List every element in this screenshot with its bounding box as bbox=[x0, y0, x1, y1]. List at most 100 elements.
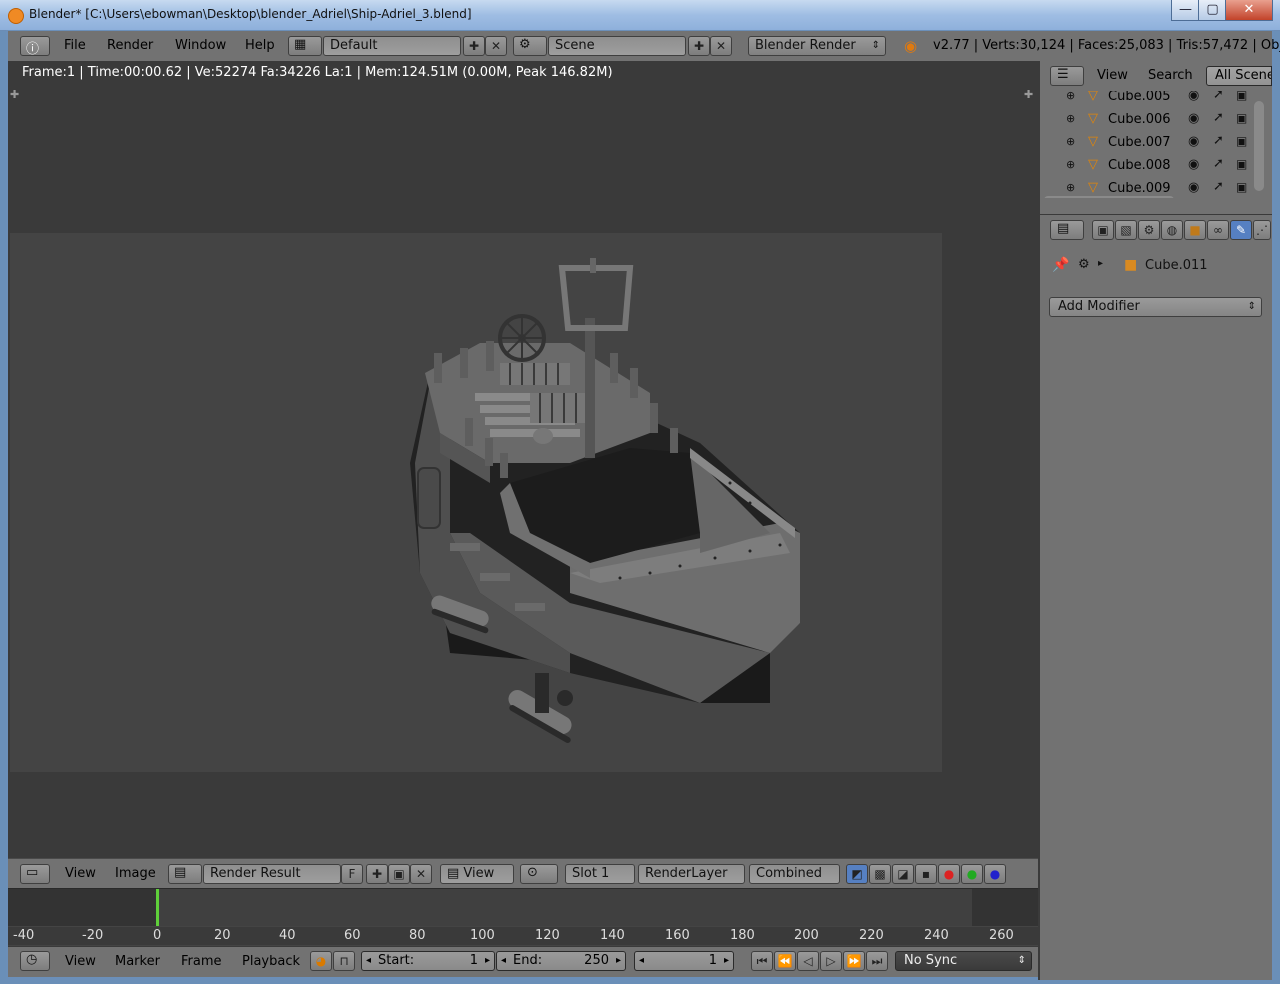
object-name[interactable]: Cube.006 bbox=[1108, 112, 1171, 127]
list-item[interactable]: ⊕ ▽ Cube.008 ◉ ➚ ▣ bbox=[1040, 154, 1272, 177]
view-mode-dropdown[interactable]: ▤ View bbox=[440, 864, 514, 884]
world-tab-icon[interactable]: ◍ bbox=[1161, 220, 1183, 240]
draw-channels-color-alpha-icon[interactable]: ◩ bbox=[846, 864, 868, 884]
editor-type-image-button[interactable]: ▭ bbox=[20, 864, 50, 884]
render-result-canvas[interactable] bbox=[10, 233, 942, 772]
render-engine-dropdown[interactable]: Blender Render ⇕ bbox=[748, 36, 886, 56]
increment-arrow-icon[interactable]: ▸ bbox=[485, 952, 490, 970]
end-frame-field[interactable]: ◂ End: 250 ▸ bbox=[496, 951, 626, 971]
editor-type-properties-button[interactable]: ▤ bbox=[1050, 220, 1084, 240]
auto-keying-icon[interactable]: ◕ bbox=[310, 951, 332, 971]
image-name-field[interactable]: Render Result bbox=[203, 864, 341, 884]
scene-selector[interactable]: ⚙ bbox=[513, 36, 547, 56]
decrement-arrow-icon[interactable]: ◂ bbox=[639, 952, 644, 970]
expand-icon[interactable]: ⊕ bbox=[1066, 181, 1075, 194]
outliner-display-mode-dropdown[interactable]: All Scene bbox=[1206, 66, 1272, 86]
visibility-eye-icon[interactable]: ◉ bbox=[1188, 157, 1199, 172]
minimize-button[interactable]: — bbox=[1171, 0, 1200, 21]
renderability-camera-icon[interactable]: ▣ bbox=[1236, 111, 1247, 125]
renderability-camera-icon[interactable]: ▣ bbox=[1236, 157, 1247, 171]
decrement-arrow-icon[interactable]: ◂ bbox=[501, 952, 506, 970]
image-browse-button[interactable]: ▤ bbox=[168, 864, 202, 884]
menu-window[interactable]: Window bbox=[175, 38, 226, 53]
list-item[interactable]: ⊕ ▽ Cube.005 ◉ ➚ ▣ bbox=[1040, 91, 1272, 108]
jump-to-keyframe-forward-icon[interactable]: ⏩ bbox=[843, 951, 865, 971]
red-channel-icon[interactable]: ● bbox=[938, 864, 960, 884]
sync-mode-dropdown[interactable]: No Sync ⇕ bbox=[895, 951, 1032, 971]
timeline-menu-playback[interactable]: Playback bbox=[242, 954, 300, 969]
render-pass-dropdown[interactable]: Combined bbox=[749, 864, 840, 884]
start-frame-field[interactable]: ◂ Start: 1 ▸ bbox=[361, 951, 495, 971]
outliner-vertical-scrollbar[interactable] bbox=[1254, 101, 1264, 191]
modifiers-tab-wrench-icon[interactable]: ✎ bbox=[1230, 220, 1252, 240]
expand-icon[interactable]: ⊕ bbox=[1066, 91, 1075, 102]
timeline-menu-frame[interactable]: Frame bbox=[181, 954, 222, 969]
visibility-eye-icon[interactable]: ◉ bbox=[1188, 111, 1199, 126]
renderability-camera-icon[interactable]: ▣ bbox=[1236, 180, 1247, 194]
visibility-eye-icon[interactable]: ◉ bbox=[1188, 134, 1199, 149]
expand-icon[interactable]: ⊕ bbox=[1066, 158, 1075, 171]
outliner-menu-search[interactable]: Search bbox=[1148, 68, 1193, 83]
increment-arrow-icon[interactable]: ▸ bbox=[616, 952, 621, 970]
object-name[interactable]: Cube.009 bbox=[1108, 181, 1171, 196]
current-frame-field[interactable]: ◂ 1 ▸ bbox=[634, 951, 734, 971]
delete-scene-button[interactable]: ✕ bbox=[710, 36, 732, 56]
selectability-cursor-icon[interactable]: ➚ bbox=[1213, 156, 1224, 171]
play-icon[interactable]: ▷ bbox=[820, 951, 842, 971]
new-image-button[interactable]: ✚ bbox=[366, 864, 388, 884]
open-image-folder-icon[interactable]: ▣ bbox=[388, 864, 410, 884]
jump-to-end-icon[interactable]: ⏭ bbox=[866, 951, 888, 971]
menu-help[interactable]: Help bbox=[245, 38, 275, 53]
image-menu-view[interactable]: View bbox=[65, 866, 96, 881]
outliner-menu-view[interactable]: View bbox=[1097, 68, 1128, 83]
object-tab-cube-icon[interactable]: ■ bbox=[1184, 220, 1206, 240]
draw-channels-zbuffer-icon[interactable]: ▪ bbox=[915, 864, 937, 884]
maximize-button[interactable]: ▢ bbox=[1198, 0, 1227, 21]
screen-layout-selector[interactable]: ▦ bbox=[288, 36, 322, 56]
increment-arrow-icon[interactable]: ▸ bbox=[724, 952, 729, 970]
add-scene-button[interactable]: ✚ bbox=[688, 36, 710, 56]
lock-icon[interactable]: ⊓ bbox=[333, 951, 355, 971]
decrement-arrow-icon[interactable]: ◂ bbox=[366, 952, 371, 970]
draw-channels-alpha-icon[interactable]: ◪ bbox=[892, 864, 914, 884]
area-split-corner-icon[interactable]: ✚ bbox=[10, 88, 19, 101]
pin-icon[interactable]: 📌 bbox=[1052, 257, 1069, 273]
outliner-list[interactable]: ⊕ ▽ Cube.005 ◉ ➚ ▣ ⊕ ▽ Cube.006 ◉ ➚ ▣ ⊕ … bbox=[1040, 91, 1272, 198]
area-split-corner-icon[interactable]: ✚ bbox=[1024, 88, 1033, 101]
menu-file[interactable]: File bbox=[64, 38, 86, 53]
list-item[interactable]: ⊕ ▽ Cube.009 ◉ ➚ ▣ bbox=[1040, 177, 1272, 198]
green-channel-icon[interactable]: ● bbox=[961, 864, 983, 884]
render-layer-dropdown[interactable]: RenderLayer bbox=[638, 864, 745, 884]
image-menu-image[interactable]: Image bbox=[115, 866, 156, 881]
add-layout-button[interactable]: ✚ bbox=[463, 36, 485, 56]
timeline-area[interactable]: -40 -20 0 20 40 60 80 100 120 140 160 18… bbox=[8, 888, 1038, 947]
timeline-menu-marker[interactable]: Marker bbox=[115, 954, 160, 969]
editor-type-timeline-button[interactable]: ◷ bbox=[20, 951, 50, 971]
selectability-cursor-icon[interactable]: ➚ bbox=[1213, 133, 1224, 148]
editor-type-outliner-button[interactable]: ☰ bbox=[1050, 66, 1084, 86]
list-item[interactable]: ⊕ ▽ Cube.007 ◉ ➚ ▣ bbox=[1040, 131, 1272, 154]
list-item[interactable]: ⊕ ▽ Cube.006 ◉ ➚ ▣ bbox=[1040, 108, 1272, 131]
visibility-eye-icon[interactable]: ◉ bbox=[1188, 180, 1199, 195]
timeline-menu-view[interactable]: View bbox=[65, 954, 96, 969]
menu-render[interactable]: Render bbox=[107, 38, 153, 53]
slot-dropdown[interactable]: Slot 1 bbox=[565, 864, 635, 884]
object-name[interactable]: Cube.005 bbox=[1108, 91, 1171, 104]
close-button[interactable]: ✕ bbox=[1225, 0, 1273, 21]
render-layers-tab-icon[interactable]: ▧ bbox=[1115, 220, 1137, 240]
draw-channels-checker-icon[interactable]: ▩ bbox=[869, 864, 891, 884]
timeline-track[interactable] bbox=[8, 889, 1038, 926]
selectability-cursor-icon[interactable]: ➚ bbox=[1213, 110, 1224, 125]
current-frame-cursor[interactable] bbox=[156, 889, 159, 926]
scene-tab-icon[interactable]: ⚙ bbox=[1138, 220, 1160, 240]
expand-icon[interactable]: ⊕ bbox=[1066, 112, 1075, 125]
render-tab-camera-icon[interactable]: ▣ bbox=[1092, 220, 1114, 240]
object-name[interactable]: Cube.008 bbox=[1108, 158, 1171, 173]
delete-layout-button[interactable]: ✕ bbox=[485, 36, 507, 56]
timeline-ruler[interactable]: -40 -20 0 20 40 60 80 100 120 140 160 18… bbox=[8, 927, 1038, 945]
pivot-dropdown[interactable]: ⊙ bbox=[520, 864, 558, 884]
screen-layout-field[interactable]: Default bbox=[323, 36, 461, 56]
renderability-camera-icon[interactable]: ▣ bbox=[1236, 134, 1247, 148]
selectability-cursor-icon[interactable]: ➚ bbox=[1213, 179, 1224, 194]
scene-field[interactable]: Scene bbox=[548, 36, 686, 56]
